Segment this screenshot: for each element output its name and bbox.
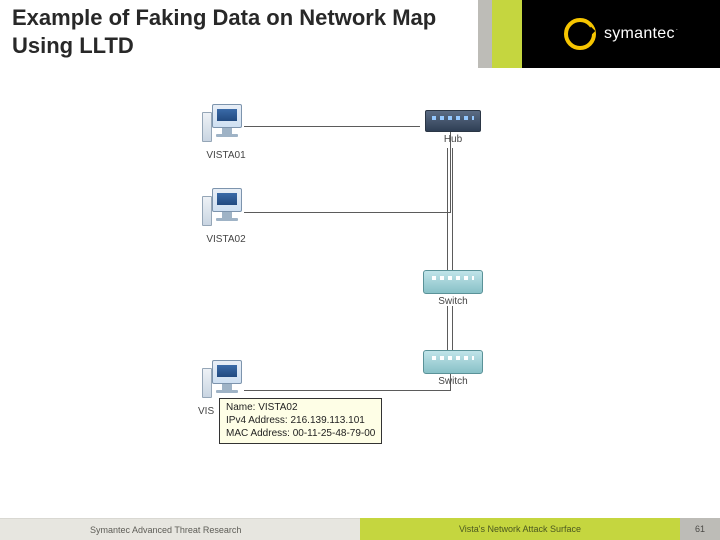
symantec-ring-icon bbox=[564, 18, 596, 50]
strip-green bbox=[492, 0, 522, 68]
strip-grey bbox=[478, 0, 492, 68]
footer-left: Symantec Advanced Threat Research bbox=[0, 518, 360, 540]
line-vista01-hub bbox=[244, 126, 420, 127]
tooltip-row: Name: VISTA02 bbox=[226, 401, 375, 414]
footer: Symantec Advanced Threat Research Vista'… bbox=[0, 518, 720, 540]
node-label: VISTA01 bbox=[196, 150, 256, 161]
brand-name: symantec bbox=[604, 25, 675, 42]
header-strip: symantec. bbox=[478, 0, 720, 68]
node-vista01: VISTA01 bbox=[196, 104, 256, 161]
computer-icon bbox=[202, 188, 250, 232]
node-label: Hub bbox=[420, 134, 486, 145]
hub-icon bbox=[425, 110, 481, 132]
tooltip-label: Name: bbox=[226, 402, 255, 413]
line-vista02b-switch2-h bbox=[244, 390, 451, 391]
tooltip-row: IPv4 Address: 216.139.113.101 bbox=[226, 414, 375, 427]
node-label: Switch bbox=[418, 296, 488, 307]
line-vista02-hub-h bbox=[244, 212, 451, 213]
tooltip-value: VISTA02 bbox=[258, 402, 297, 413]
brand-trademark: . bbox=[676, 25, 678, 32]
node-switch2: Switch bbox=[418, 350, 488, 387]
brand-wordmark: symantec. bbox=[604, 25, 678, 43]
switch-icon bbox=[423, 270, 483, 294]
footer-mid: Vista's Network Attack Surface bbox=[360, 518, 680, 540]
node-switch1: Switch bbox=[418, 270, 488, 307]
tooltip-value: 216.139.113.101 bbox=[290, 415, 364, 426]
title-area: Example of Faking Data on Network Map Us… bbox=[12, 4, 472, 59]
node-hub: Hub bbox=[420, 110, 486, 145]
slide-title: Example of Faking Data on Network Map Us… bbox=[12, 4, 472, 59]
brand-logo-area: symantec. bbox=[522, 0, 720, 68]
node-label: Switch bbox=[418, 376, 488, 387]
switch-icon bbox=[423, 350, 483, 374]
computer-icon bbox=[202, 104, 250, 148]
diagram-canvas: VISTA01 VISTA02 VIS Hub Switch Switch bbox=[0, 70, 720, 490]
slide: Example of Faking Data on Network Map Us… bbox=[0, 0, 720, 540]
line-hub-switch1 bbox=[447, 148, 453, 270]
tooltip-row: MAC Address: 00-11-25-48-79-00 bbox=[226, 427, 375, 440]
tooltip-value: 00-11-25-48-79-00 bbox=[293, 428, 376, 439]
tooltip-label: IPv4 Address: bbox=[226, 415, 288, 426]
node-vista02: VISTA02 bbox=[196, 188, 256, 245]
node-tooltip: Name: VISTA02 IPv4 Address: 216.139.113.… bbox=[219, 398, 382, 444]
node-label: VISTA02 bbox=[196, 234, 256, 245]
footer-page-number: 61 bbox=[680, 518, 720, 540]
line-switch1-switch2 bbox=[447, 306, 453, 350]
tooltip-label: MAC Address: bbox=[226, 428, 290, 439]
